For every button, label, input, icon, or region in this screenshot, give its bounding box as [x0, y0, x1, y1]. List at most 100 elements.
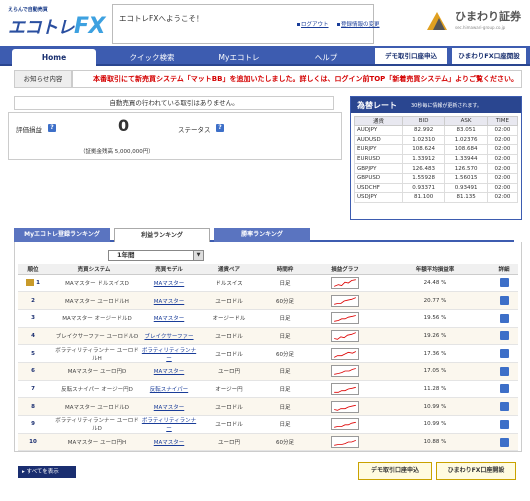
system-name: MAマスター ドルスイスD: [48, 274, 140, 293]
rate-bid: 1.02310: [401, 134, 446, 146]
profit-sparkline[interactable]: [331, 329, 359, 342]
help-icon[interactable]: ?: [216, 124, 224, 132]
system-name: MAマスター オージードルD: [48, 309, 140, 328]
tab-home[interactable]: Home: [12, 49, 96, 66]
rank-cell: 3: [18, 309, 48, 328]
rate-bid: 1.33912: [401, 153, 446, 165]
col-model: 売買モデル: [140, 264, 198, 275]
detail-icon[interactable]: [499, 331, 509, 341]
rate-row: AUDUSD 1.02310 1.02376 02:00: [354, 134, 519, 146]
footer-fx-account-button[interactable]: ひまわりFX口座開設: [436, 462, 516, 480]
rank-number: 2: [31, 297, 35, 304]
col-timeframe: 時間枠: [260, 264, 310, 275]
rate-bid: 82.992: [401, 125, 446, 136]
model-link[interactable]: MAマスター: [154, 299, 185, 305]
return-cell: 19.56 %: [380, 309, 490, 328]
logout-link[interactable]: ログアウト: [297, 20, 329, 28]
profit-sparkline[interactable]: [331, 418, 359, 431]
tab-profit-ranking[interactable]: 利益ランキング: [114, 228, 210, 242]
ranking-row: 8 MAマスター ユーロドルD MAマスター ユーロドル 日足 10.99 %: [18, 397, 518, 416]
ranking-row: 10 MAマスター ユーロ円H MAマスター ユーロ円 60分足 10.88 %: [18, 433, 518, 452]
rate-row: GBPJPY 126.483 126.570 02:00: [354, 163, 519, 174]
rank-number: 10: [29, 439, 37, 446]
rate-pair: AUDUSD: [354, 134, 403, 146]
col-detail: 詳細: [490, 264, 518, 275]
timeframe-cell: 日足: [260, 274, 310, 293]
return-cell: 10.99 %: [380, 397, 490, 416]
model-link[interactable]: MAマスター: [154, 316, 185, 322]
detail-icon[interactable]: [499, 296, 509, 306]
detail-icon[interactable]: [499, 349, 509, 359]
rank-cell: 8: [18, 397, 48, 416]
model-link[interactable]: ブレイクサーファー: [144, 334, 193, 340]
ranking-row: 5 ボラティリティランナー ユーロドルH ボラティリティランナー ユーロドル 60分足 1…: [18, 344, 518, 363]
profit-sparkline[interactable]: [331, 276, 359, 289]
detail-icon[interactable]: [499, 437, 509, 447]
return-cell: 10.88 %: [380, 433, 490, 452]
rate-pair: GBPUSD: [354, 172, 403, 184]
system-name: MAマスター ユーロドルH: [48, 291, 140, 310]
model-link[interactable]: MAマスター: [154, 369, 185, 375]
rate-pair: AUDJPY: [354, 125, 403, 136]
detail-icon[interactable]: [499, 278, 509, 288]
profit-sparkline[interactable]: [331, 382, 359, 395]
detail-icon[interactable]: [499, 384, 509, 394]
detail-icon[interactable]: [499, 366, 509, 376]
detail-icon[interactable]: [499, 419, 509, 429]
profit-sparkline[interactable]: [331, 365, 359, 378]
period-select[interactable]: 1年間 ▼: [108, 250, 204, 261]
detail-cell: [490, 397, 518, 416]
profit-sparkline[interactable]: [331, 312, 359, 325]
model-cell: ブレイクサーファー: [140, 327, 198, 346]
return-cell: 10.99 %: [380, 415, 490, 434]
return-cell: 19.26 %: [380, 327, 490, 346]
help-icon[interactable]: ?: [48, 124, 56, 132]
profit-sparkline[interactable]: [331, 294, 359, 307]
rank-cell: 7: [18, 380, 48, 399]
bullet-icon: [297, 23, 300, 26]
sunflower-icon: [427, 12, 447, 30]
welcome-box: エコトレFXへようこそ！: [112, 4, 374, 44]
model-link[interactable]: MAマスター: [154, 281, 185, 287]
eval-label: 評価損益: [16, 126, 42, 134]
rate-time: 02:00: [486, 172, 519, 184]
detail-icon[interactable]: [499, 313, 509, 323]
profit-sparkline[interactable]: [331, 436, 359, 449]
welcome-text: エコトレFXへようこそ！: [119, 14, 204, 23]
system-name: MAマスター ユーロドルD: [48, 397, 140, 416]
return-cell: 17.36 %: [380, 344, 490, 363]
detail-icon[interactable]: [499, 402, 509, 412]
rate-ask: 0.93491: [444, 182, 488, 194]
pair-cell: オージー円: [198, 380, 260, 399]
model-link[interactable]: MAマスター: [154, 405, 185, 411]
logo-name: エコトレ: [8, 18, 75, 38]
demo-account-button[interactable]: デモ取引口座申込: [375, 48, 447, 64]
tab-my-ecotore[interactable]: Myエコトレ: [204, 49, 274, 66]
col-rank: 順位: [18, 264, 48, 275]
footer-demo-account-button[interactable]: デモ取引口座申込: [358, 462, 432, 480]
tab-quick-search[interactable]: クイック検索: [116, 49, 188, 66]
detail-cell: [490, 433, 518, 452]
model-cell: ボラティリティランナー: [140, 344, 198, 363]
graph-cell: [310, 327, 380, 346]
himawari-logo[interactable]: ひまわり証券 sec.himawari-group.co.jp: [425, 8, 525, 38]
model-link[interactable]: ボラティリティランナー: [142, 418, 196, 432]
broker-name: ひまわり証券: [455, 10, 521, 23]
tab-registration-ranking[interactable]: Myエコトレ登録ランキング: [14, 228, 110, 242]
tab-winrate-ranking[interactable]: 勝率ランキング: [214, 228, 310, 242]
chevron-down-icon[interactable]: ▼: [193, 251, 203, 260]
system-name: ブレイクサーファー ユーロドルD: [48, 327, 140, 346]
rate-pair: GBPJPY: [354, 163, 403, 174]
ranking-row: 2 MAマスター ユーロドルH MAマスター ユーロドル 60分足 20.77 %: [18, 291, 518, 310]
model-link[interactable]: MAマスター: [154, 440, 185, 446]
model-link[interactable]: 反転スナイパー: [150, 387, 188, 393]
fx-account-button[interactable]: ひまわりFX口座開設: [452, 48, 526, 64]
tab-help[interactable]: ヘルプ: [294, 49, 358, 66]
model-link[interactable]: ボラティリティランナー: [142, 348, 196, 362]
profit-sparkline[interactable]: [331, 400, 359, 413]
change-info-link[interactable]: 登録情報の変更: [337, 20, 380, 28]
profit-sparkline[interactable]: [331, 347, 359, 360]
ecotore-fx-logo[interactable]: えらんで自動売買 エコトレFX: [8, 6, 108, 40]
rank-number: 8: [31, 403, 35, 410]
show-all-button[interactable]: ▸ すべてを表示: [18, 466, 76, 478]
